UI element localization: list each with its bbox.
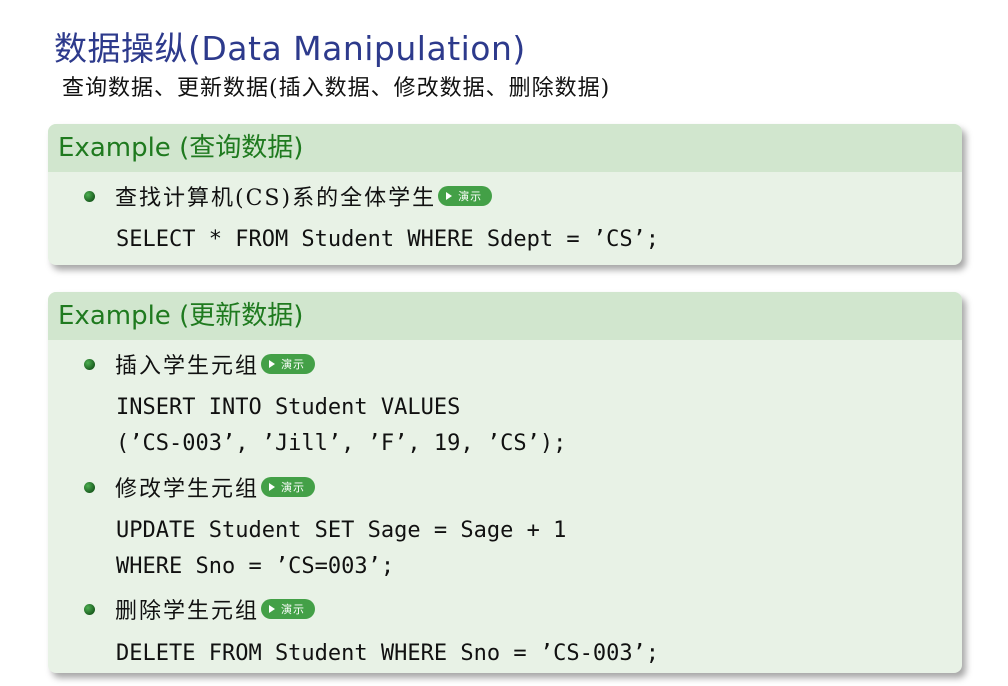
green-ball-icon [84, 603, 95, 615]
page-title: 数据操纵(Data Manipulation) [54, 29, 526, 68]
green-ball-icon [84, 190, 95, 202]
block-title: Example (查询数据) [48, 124, 962, 172]
item-text: 查找计算机(CS)系的全体学生 [115, 186, 437, 211]
demo-button[interactable]: 演示 [261, 477, 316, 497]
play-triangle-icon [446, 192, 453, 200]
list-item: 查找计算机(CS)系的全体学生 演示 [84, 180, 493, 212]
item-text: 插入学生元组 [115, 354, 260, 379]
code-block: INSERT INTO Student VALUES (’CS-003’, ’Ji… [116, 390, 566, 462]
code-line: INSERT INTO Student VALUES [116, 395, 461, 420]
demo-label: 演示 [281, 603, 306, 616]
demo-label: 演示 [458, 190, 483, 203]
demo-button[interactable]: 演示 [261, 354, 316, 374]
list-item: 修改学生元组 演示 [84, 471, 316, 503]
green-ball-icon [84, 481, 95, 493]
play-triangle-icon [269, 483, 276, 491]
page-subtitle: 查询数据、更新数据(插入数据、修改数据、删除数据) [62, 76, 611, 101]
item-text: 删除学生元组 [115, 599, 260, 624]
green-ball-icon [84, 358, 95, 370]
list-item: 插入学生元组 演示 [84, 348, 316, 380]
item-text: 修改学生元组 [115, 477, 260, 502]
example-block-update: Example (更新数据) 插入学生元组 演示 INSERT INTO Stu… [48, 292, 962, 673]
demo-label: 演示 [281, 358, 306, 371]
demo-label: 演示 [281, 481, 306, 494]
code-block: SELECT * FROM Student WHERE Sdept = ’CS’… [116, 222, 659, 258]
demo-button[interactable]: 演示 [438, 186, 493, 206]
code-line: SELECT * FROM Student WHERE Sdept = ’CS’… [116, 227, 660, 252]
code-line: WHERE Sno = ’CS=003’; [116, 554, 395, 579]
code-block: DELETE FROM Student WHERE Sno = ’CS-003’… [116, 636, 659, 672]
list-item: 删除学生元组 演示 [84, 593, 316, 625]
code-block: UPDATE Student SET Sage = Sage + 1 WHERE … [116, 513, 566, 585]
play-triangle-icon [269, 605, 276, 613]
code-line: (’CS-003’, ’Jill’, ’F’, 19, ’CS’); [116, 431, 567, 456]
code-line: UPDATE Student SET Sage = Sage + 1 [116, 518, 567, 543]
example-block-query: Example (查询数据) 查找计算机(CS)系的全体学生 演示 SELECT… [48, 124, 962, 265]
play-triangle-icon [269, 360, 276, 368]
block-title: Example (更新数据) [48, 292, 962, 340]
demo-button[interactable]: 演示 [261, 599, 316, 619]
code-line: DELETE FROM Student WHERE Sno = ’CS-003’… [116, 641, 660, 666]
